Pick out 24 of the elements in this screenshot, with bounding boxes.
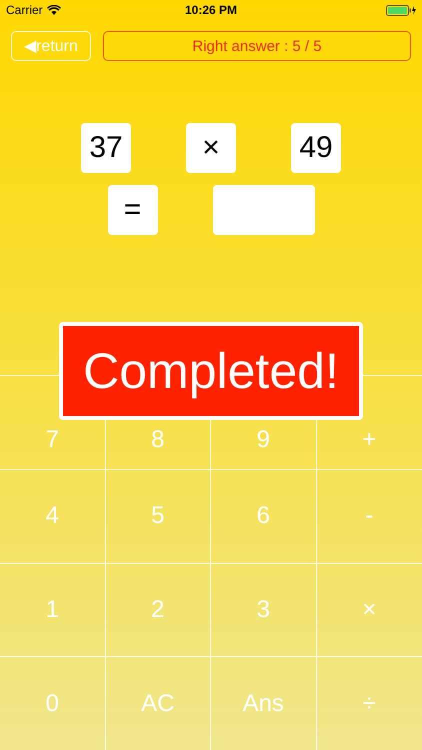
keypad-key[interactable]: AC [106,657,211,750]
wifi-icon [46,5,61,15]
status-time: 10:26 PM [184,3,238,17]
keypad-key[interactable]: 2 [106,564,211,658]
keypad-key[interactable]: Ans [211,657,316,750]
keypad-key[interactable]: × [316,564,422,658]
keypad-key[interactable]: - [316,470,422,564]
score-label: Right answer : 5 / 5 [103,31,411,61]
keypad-key[interactable]: 3 [211,564,316,658]
keypad-key[interactable]: 6 [211,470,316,564]
keypad-key[interactable]: 4 [0,470,106,564]
carrier-label: Carrier [6,3,43,17]
operand-tile: 37 [81,123,131,173]
battery-icon [386,4,416,16]
answer-field[interactable] [212,185,314,235]
operand-tile: 49 [291,123,341,173]
operator-tile: × [186,123,236,173]
return-button[interactable]: ◀return [11,31,91,61]
keypad-key[interactable]: 0 [0,657,106,750]
keypad-key[interactable]: ÷ [316,657,422,750]
keypad-key[interactable]: 1 [0,564,106,658]
completed-toast: Completed! [59,322,363,420]
keypad-key[interactable]: 5 [106,470,211,564]
equals-tile: = [108,185,158,235]
